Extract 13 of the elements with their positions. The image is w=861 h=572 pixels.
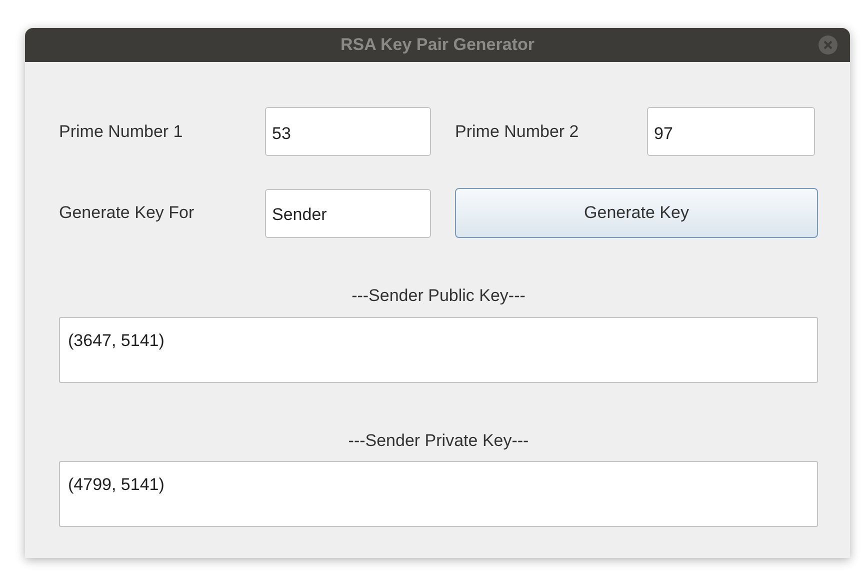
input-field[interactable]: Sender <box>265 188 431 238</box>
field-label: Prime Number 2 <box>455 120 580 143</box>
output-box[interactable]: (3647, 5141) <box>59 316 818 382</box>
section-heading: ---Sender Public Key--- <box>350 285 526 307</box>
field-label: Prime Number 1 <box>59 120 184 143</box>
field-label: Generate Key For <box>59 202 196 224</box>
generate-key-button[interactable]: Generate Key <box>455 188 818 238</box>
close-icon[interactable] <box>818 35 838 55</box>
section-heading: ---Sender Private Key--- <box>347 430 530 452</box>
window-title: RSA Key Pair Generator <box>340 34 534 56</box>
output-box[interactable]: (4799, 5141) <box>59 461 818 527</box>
input-field[interactable]: 53 <box>265 107 431 156</box>
input-field[interactable]: 97 <box>647 107 815 156</box>
